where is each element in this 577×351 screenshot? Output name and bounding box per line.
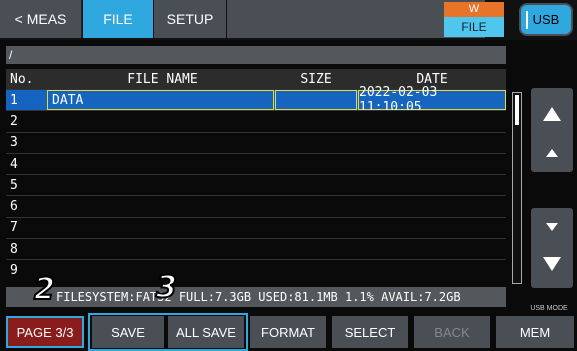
row-date: [358, 260, 506, 280]
row-date: [358, 154, 506, 174]
row-file-name: [47, 154, 274, 174]
tab-meas[interactable]: < MEAS: [0, 0, 82, 38]
all-save-button[interactable]: ALL SAVE: [168, 316, 244, 348]
save-button[interactable]: SAVE: [92, 316, 164, 348]
row-file-name: [47, 218, 274, 238]
row-size: [275, 196, 357, 216]
path-bar: /: [6, 46, 506, 64]
row-no: 5: [10, 177, 18, 193]
header-size: SIZE: [300, 71, 332, 87]
mode-badge-bottom: FILE: [444, 17, 504, 37]
row-date: [358, 133, 506, 153]
usb-button-label: USB: [532, 12, 560, 27]
row-file-name: [47, 196, 274, 216]
mode-badge-top: W: [444, 2, 504, 17]
row-no: 2: [10, 113, 18, 129]
table-body: 1 DATA 2022-02-03 11:10:05 2 3 4 5 6 7 8 9: [6, 85, 506, 281]
top-tab-bar: < MEAS FILE SETUP W FILE USB: [0, 0, 577, 40]
tab-file[interactable]: FILE: [83, 0, 153, 38]
row-date: [358, 111, 506, 131]
row-no: 4: [10, 156, 18, 172]
table-row[interactable]: 5: [6, 174, 506, 195]
row-file-name: [47, 133, 274, 153]
scrollbar[interactable]: [512, 92, 522, 284]
header-file-name: FILE NAME: [127, 71, 198, 87]
page-up-button[interactable]: [531, 88, 573, 140]
file-table: No. FILE NAME SIZE DATE 1 DATA 2022-02-03 …: [6, 69, 506, 281]
mem-button[interactable]: MEM: [496, 316, 574, 348]
callout-3: 3: [155, 269, 178, 306]
scrollbar-thumb[interactable]: [515, 95, 519, 125]
row-size: [275, 154, 357, 174]
table-row[interactable]: 1 DATA 2022-02-03 11:10:05: [6, 85, 506, 115]
select-button[interactable]: SELECT: [332, 316, 408, 348]
row-no: 7: [10, 220, 18, 236]
scroll-up-button[interactable]: [531, 134, 573, 172]
row-no: 1: [10, 92, 18, 108]
table-row[interactable]: 2: [6, 110, 506, 131]
format-button[interactable]: FORMAT: [250, 316, 326, 348]
tab-setup[interactable]: SETUP: [154, 0, 226, 38]
usb-mode-label: USB MODE: [530, 305, 568, 312]
table-row[interactable]: 3: [6, 131, 506, 153]
row-date: [358, 175, 506, 195]
page-up-icon: [543, 107, 561, 121]
header-no: No.: [10, 71, 34, 87]
scroll-up-icon: [546, 149, 558, 157]
row-size: [275, 175, 357, 195]
row-file-name: [47, 239, 274, 259]
row-size: [275, 90, 357, 111]
row-size: [275, 133, 357, 153]
row-date: [358, 239, 506, 259]
table-row[interactable]: 8: [6, 238, 506, 259]
table-row[interactable]: 4: [6, 152, 506, 174]
row-file-name: DATA: [47, 90, 274, 111]
row-size: [275, 239, 357, 259]
row-no: 3: [10, 135, 18, 151]
row-size: [275, 260, 357, 280]
scroll-down-icon: [546, 223, 558, 231]
mode-badge: W FILE: [444, 2, 504, 38]
page-down-button[interactable]: [531, 240, 573, 288]
callout-2: 2: [33, 271, 56, 308]
row-date: [358, 218, 506, 238]
row-no: 8: [10, 241, 18, 257]
row-file-name: [47, 111, 274, 131]
table-row[interactable]: 7: [6, 216, 506, 238]
back-button[interactable]: BACK: [414, 316, 490, 348]
row-date: 2022-02-03 11:10:05: [358, 85, 506, 115]
row-file-name: [47, 175, 274, 195]
row-size: [275, 218, 357, 238]
row-no: 6: [10, 199, 18, 215]
page-button[interactable]: PAGE 3/3: [6, 316, 84, 348]
table-row[interactable]: 6: [6, 195, 506, 216]
row-size: [275, 111, 357, 131]
filesystem-status: FILESYSTEM:FAT32 FULL:7.3GB USED:81.1MB …: [6, 287, 506, 307]
row-date: [358, 196, 506, 216]
usb-button[interactable]: USB: [519, 3, 573, 36]
page-down-icon: [543, 257, 561, 271]
table-row[interactable]: 9: [6, 259, 506, 280]
